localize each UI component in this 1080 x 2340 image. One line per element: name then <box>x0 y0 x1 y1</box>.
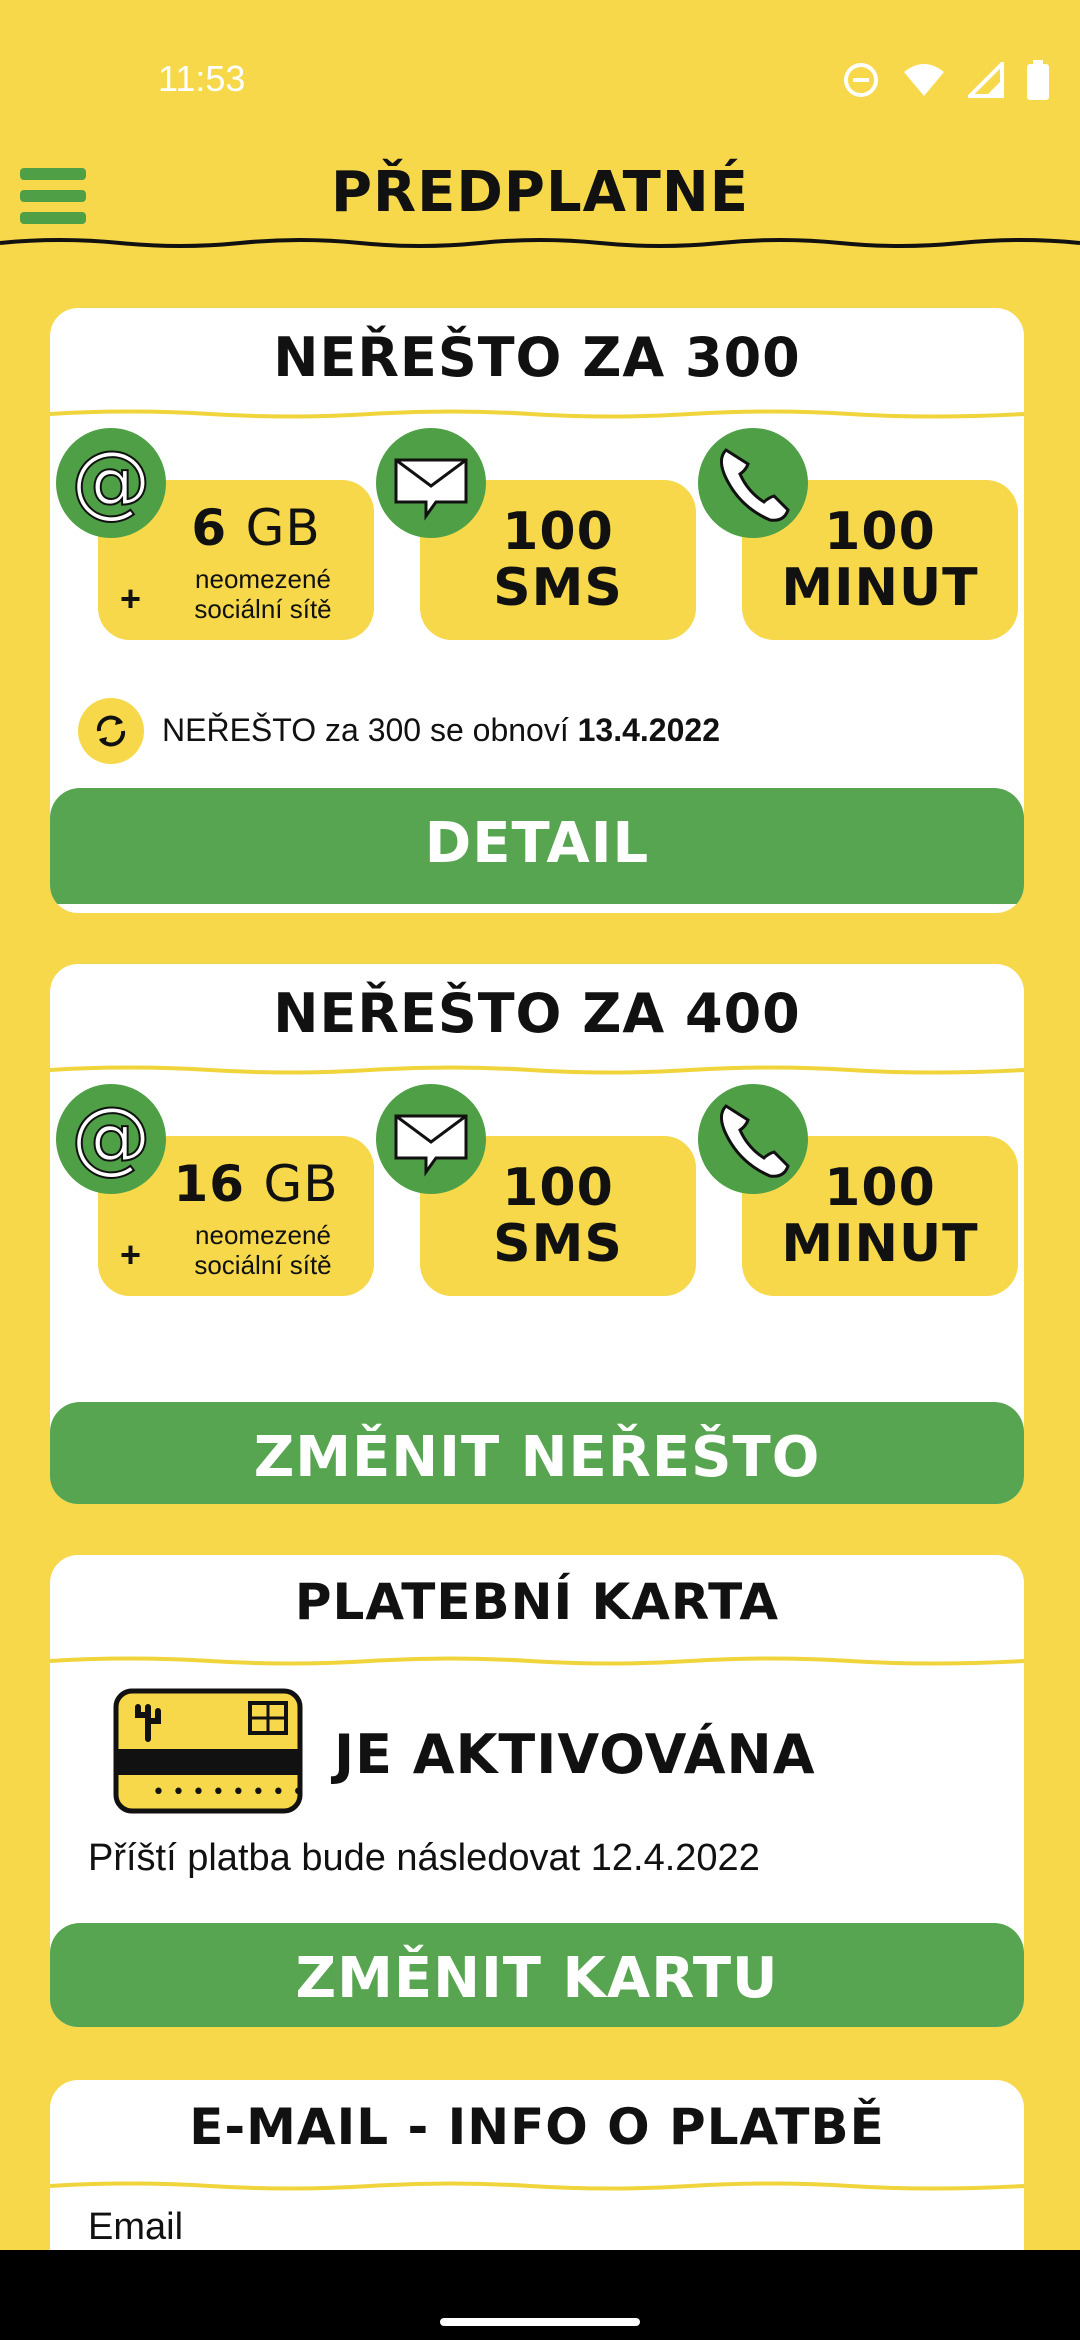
minutes-unit: MINUT <box>781 558 979 618</box>
plus-sign: + <box>120 1234 142 1275</box>
next-payment-text: Příští platba bude následovat 12.4.2022 <box>88 1837 760 1879</box>
status-time: 11:53 <box>158 58 246 99</box>
data-extra-2: sociální sítě <box>194 1250 332 1280</box>
phone-icon <box>698 1084 808 1194</box>
phone-icon <box>698 428 808 538</box>
renewal-date: 13.4.2022 <box>577 712 720 748</box>
detail-button[interactable]: DETAIL <box>50 788 1024 904</box>
envelope-icon <box>376 428 486 538</box>
card-divider <box>50 409 1024 419</box>
data-extra-1: neomezené <box>195 564 331 594</box>
plan-title: NEŘEŠTO ZA 400 <box>273 982 801 1045</box>
status-icons <box>842 60 1050 100</box>
at-sign-icon: @ <box>56 428 166 538</box>
card-divider <box>50 2181 1024 2191</box>
renew-icon <box>78 698 144 764</box>
card-divider <box>50 1656 1024 1666</box>
data-amount: 6 <box>191 499 228 557</box>
card-status: JE AKTIVOVÁNA <box>334 1723 816 1786</box>
battery-icon <box>1027 60 1049 100</box>
email-section-title: E-MAIL - INFO O PLATBĚ <box>189 2098 885 2156</box>
svg-text:@: @ <box>71 438 151 527</box>
page-title: PŘEDPLATNÉ <box>331 160 749 225</box>
card-divider <box>50 1065 1024 1075</box>
svg-text:• • • • • • • •: • • • • • • • • <box>152 1780 304 1805</box>
status-bar: 11:53 <box>0 0 1080 160</box>
minutes-unit: MINUT <box>781 1214 979 1274</box>
sms-unit: SMS <box>493 1214 623 1274</box>
change-card-button[interactable]: ZMĚNIT KARTU <box>50 1923 1024 2027</box>
svg-text:@: @ <box>71 1094 151 1183</box>
renewal-label: NEŘEŠTO za 300 se obnoví <box>162 712 569 748</box>
credit-card-icon: • • • • • • • • <box>113 1688 304 1814</box>
signal-icon <box>968 62 1004 98</box>
renewal-info: NEŘEŠTO za 300 se obnoví 13.4.2022 <box>50 670 1024 790</box>
at-sign-icon: @ <box>56 1084 166 1194</box>
data-amount: 16 <box>173 1155 246 1213</box>
change-plan-button[interactable]: ZMĚNIT NEŘEŠTO <box>50 1402 1024 1504</box>
sms-unit: SMS <box>493 558 623 618</box>
do-not-disturb-icon <box>844 63 878 97</box>
data-extra-2: sociální sítě <box>194 594 332 624</box>
payment-card-section: PLATEBNÍ KARTA • • • • • • • • JE AKTIVO… <box>50 1555 1024 2027</box>
home-gesture-handle[interactable] <box>440 2318 640 2326</box>
plan-features: 6 GB + neomezené sociální sítě @ 100 SMS… <box>50 420 1024 670</box>
envelope-icon <box>376 1084 486 1194</box>
data-extra-1: neomezené <box>195 1220 331 1250</box>
plan-title: NEŘEŠTO ZA 300 <box>273 326 801 389</box>
plan-card-400: NEŘEŠTO ZA 400 16 GB + neomezené sociáln… <box>50 964 1024 1504</box>
navigation-bar <box>0 2250 1080 2340</box>
plan-features: 16 GB + neomezené sociální sítě @ 100 SM… <box>50 1076 1024 1326</box>
header-divider <box>0 238 1080 248</box>
plus-sign: + <box>120 578 142 619</box>
email-field-label: Email <box>88 2206 184 2248</box>
plan-card-300: NEŘEŠTO ZA 300 6 GB + neomezené sociální… <box>50 308 1024 913</box>
data-unit: GB <box>245 499 321 557</box>
data-unit: GB <box>263 1155 339 1213</box>
card-section-title: PLATEBNÍ KARTA <box>294 1573 780 1631</box>
email-section: E-MAIL - INFO O PLATBĚ Email <box>50 2080 1024 2250</box>
renewal-text: NEŘEŠTO za 300 se obnoví 13.4.2022 <box>162 712 720 749</box>
wifi-icon <box>904 64 944 96</box>
